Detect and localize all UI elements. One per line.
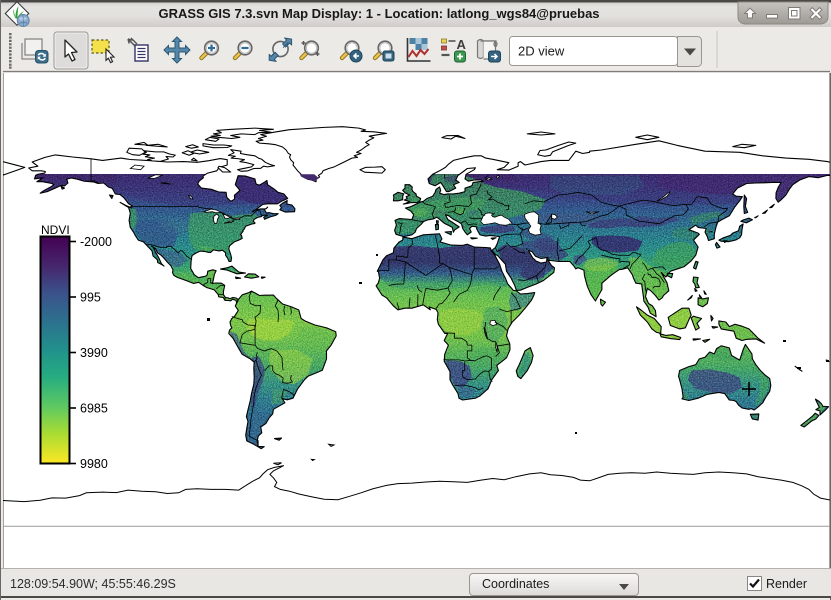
svg-text:-2000: -2000 [80,235,112,249]
svg-text:9980: 9980 [80,457,108,471]
svg-text:995: 995 [80,291,101,305]
svg-text:2D view: 2D view [518,44,565,59]
svg-text:GRASS GIS 7.3.svn Map Display:: GRASS GIS 7.3.svn Map Display: 1 - Locat… [158,6,599,21]
svg-text:A: A [457,37,467,52]
svg-text:NDVI: NDVI [41,223,70,237]
svg-text:6985: 6985 [80,402,108,416]
svg-text:3990: 3990 [80,346,108,360]
